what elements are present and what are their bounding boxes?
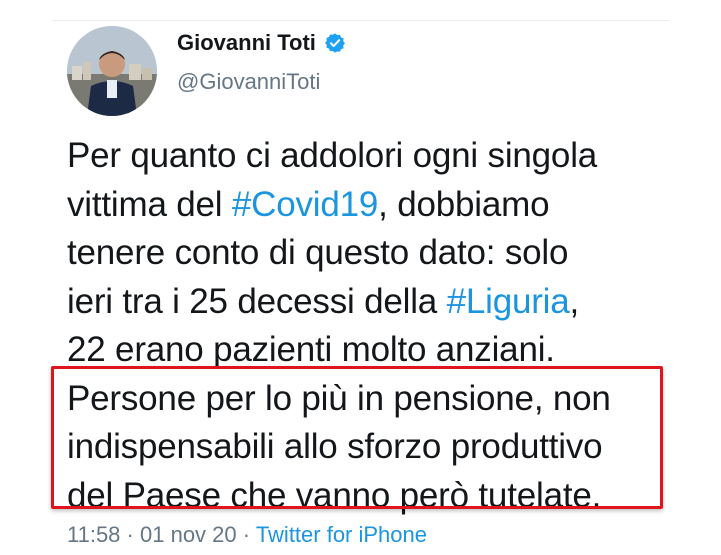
tweet-line: vittima del #Covid19, dobbiamo: [67, 181, 687, 230]
author-handle[interactable]: @GiovanniToti: [177, 69, 320, 95]
tweet-line: ieri tra i 25 decessi della #Liguria,: [67, 278, 687, 327]
text-segment: tenere conto di questo dato: solo: [67, 233, 569, 272]
text-segment: vittima del: [67, 184, 232, 224]
text-segment: 22 erano pazienti molto anziani.: [67, 330, 555, 369]
meta-separator: ·: [126, 522, 134, 547]
tweet-source-link[interactable]: Twitter for iPhone: [256, 522, 427, 547]
tweet-date[interactable]: 01 nov 20: [140, 522, 237, 547]
text-segment: ieri tra i 25 decessi della: [67, 281, 447, 321]
text-segment: ,: [569, 281, 580, 321]
text-segment: , dobbiamo: [378, 184, 550, 224]
meta-separator: ·: [242, 522, 251, 547]
avatar[interactable]: [67, 26, 157, 116]
tweet-time[interactable]: 11:58: [67, 522, 120, 547]
hashtag-link-liguria[interactable]: #Liguria: [447, 282, 570, 321]
text-segment: Per quanto ci addolori ogni singola: [67, 136, 598, 175]
avatar-photo-icon: [67, 26, 157, 116]
hashtag-link-covid19[interactable]: #Covid19: [232, 185, 378, 224]
author-display-name[interactable]: Giovanni Toti: [177, 30, 316, 56]
verified-badge-icon: [324, 32, 346, 54]
tweet-meta: 11:58 · 01 nov 20 · Twitter for iPhone: [67, 522, 427, 548]
top-divider: [52, 20, 669, 21]
highlight-annotation-box: [51, 366, 663, 509]
tweet-line: tenere conto di questo dato: solo: [67, 229, 687, 278]
author-name-row[interactable]: Giovanni Toti: [177, 30, 346, 56]
tweet-line: Per quanto ci addolori ogni singola: [67, 132, 687, 181]
